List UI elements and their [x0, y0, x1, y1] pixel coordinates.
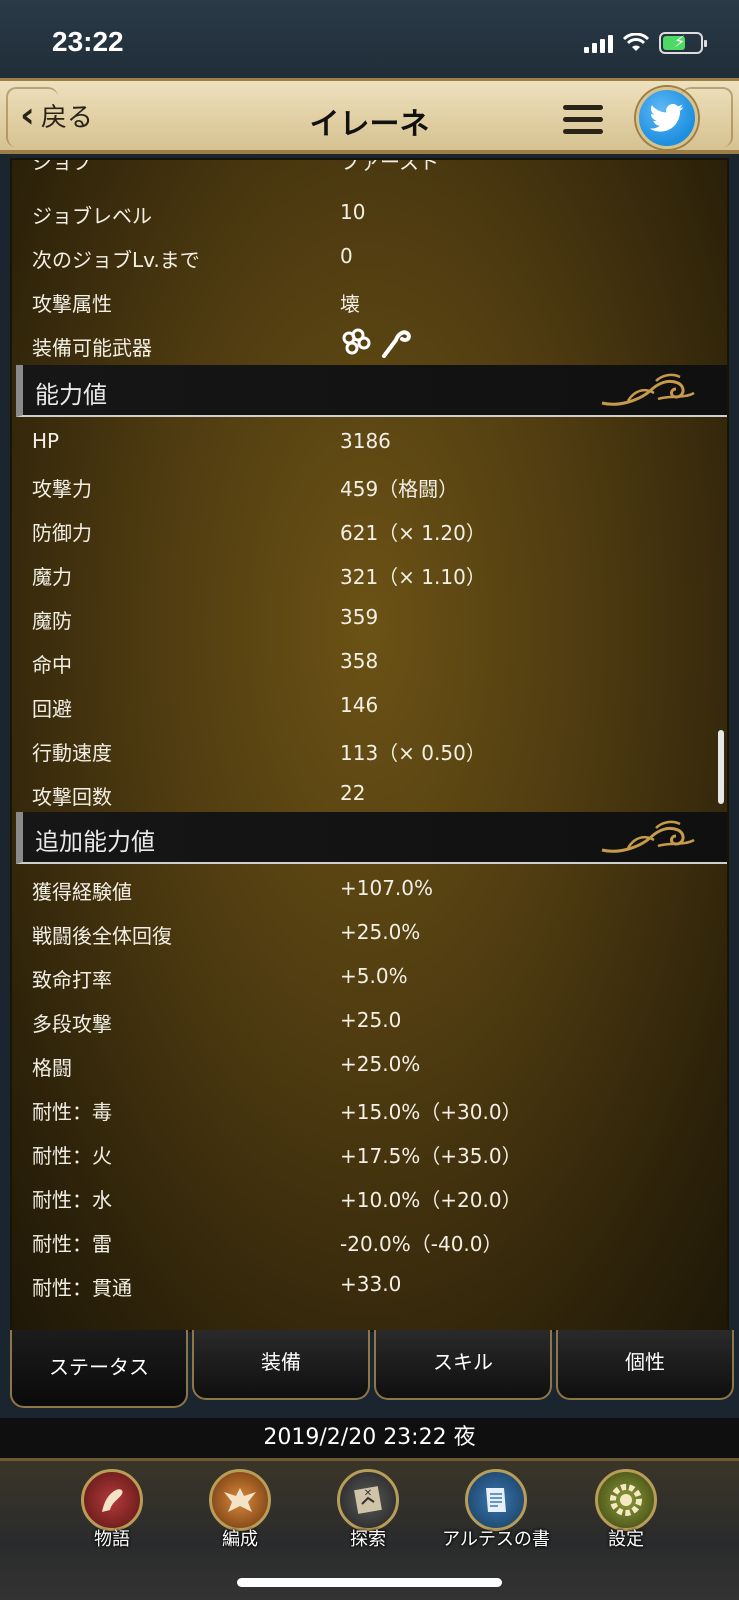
wifi-icon [623, 33, 649, 51]
nav-explore[interactable]: ✕ 探索 [308, 1469, 428, 1559]
stat-row-resist-thunder: 耐性：雷 -20.0%（-40.0） [32, 1232, 503, 1256]
ornament-icon [601, 373, 695, 406]
nav-formation[interactable]: 編成 [180, 1469, 300, 1559]
settings-icon [595, 1469, 657, 1531]
stat-row-resist-poison: 耐性：毒 +15.0%（+30.0） [32, 1100, 522, 1124]
cellular-signal-icon [584, 33, 613, 53]
stat-row-evasion: 回避 146 [32, 693, 379, 721]
stat-row-resist-pierce: 耐性：貫通 +33.0 [32, 1272, 402, 1300]
stat-row-job-level: ジョブレベル 10 [32, 200, 366, 228]
stat-row-critical-rate: 致命打率 +5.0% [32, 964, 408, 992]
tab-bar: ステータス 装備 スキル 個性 [10, 1330, 739, 1408]
date-time-bar: 2019/2/20 23:22 夜 [0, 1418, 739, 1458]
nav-story[interactable]: 物語 [52, 1469, 172, 1559]
nav-artes-book[interactable]: アルテスの書 [436, 1469, 556, 1559]
status-bar: 23:22 ⚡ [0, 0, 739, 80]
stat-row-magic: 魔力 321（× 1.10） [32, 565, 486, 589]
scrollbar[interactable] [718, 730, 724, 804]
tab-skill[interactable]: スキル [374, 1330, 552, 1400]
stat-row-attack-attribute: 攻撃属性 壊 [32, 292, 360, 316]
tab-equipment[interactable]: 装備 [192, 1330, 370, 1400]
menu-button[interactable] [563, 105, 603, 135]
section-header-ability: 能力値 [16, 365, 727, 417]
stat-row-post-battle-heal: 戦闘後全体回復 +25.0% [32, 920, 421, 948]
twitter-button[interactable] [636, 87, 698, 149]
book-icon [465, 1469, 527, 1531]
nav-settings[interactable]: 設定 [566, 1469, 686, 1559]
home-indicator[interactable] [237, 1578, 502, 1587]
story-icon [81, 1469, 143, 1531]
stat-row-hp: HP 3186 [32, 429, 391, 453]
status-time: 23:22 [52, 26, 124, 57]
stat-row-accuracy: 命中 358 [32, 649, 379, 677]
page-title: イレーネ [309, 107, 430, 142]
stat-row-weapons: 装備可能武器 [12, 322, 727, 366]
section-header-extra: 追加能力値 [16, 812, 727, 864]
stat-row-next-job-level: 次のジョブLv.まで 0 [32, 244, 353, 272]
twitter-bird-icon [650, 103, 684, 132]
stat-row-multi-hit: 多段攻撃 +25.0 [32, 1008, 402, 1036]
explore-icon: ✕ [337, 1469, 399, 1531]
stat-row-resist-water: 耐性：水 +10.0%（+20.0） [32, 1188, 522, 1212]
stat-row-attack: 攻撃力 459（格闘） [32, 477, 459, 501]
app-header: ‹ 戻る イレーネ [0, 78, 739, 154]
formation-icon [209, 1469, 271, 1531]
stat-row-attack-count: 攻撃回数 22 [32, 781, 366, 809]
svg-text:✕: ✕ [364, 1488, 372, 1499]
battery-icon: ⚡ [659, 32, 707, 54]
ornament-icon [601, 820, 695, 853]
stat-row-martial: 格闘 +25.0% [32, 1052, 421, 1080]
stat-row-exp-gain: 獲得経験値 +107.0% [32, 876, 434, 904]
stat-row-resist-fire: 耐性：火 +17.5%（+35.0） [32, 1144, 522, 1168]
stat-row-action-speed: 行動速度 113（× 0.50） [32, 741, 486, 765]
weapon-icons [340, 326, 412, 358]
tab-personality[interactable]: 個性 [556, 1330, 734, 1400]
stat-row-defense: 防御力 621（× 1.20） [32, 521, 486, 545]
knuckle-weapon-icon [342, 328, 371, 355]
status-icons: ⚡ [584, 32, 707, 54]
hamburger-icon [563, 105, 603, 110]
staff-weapon-icon [382, 330, 411, 358]
status-panel[interactable]: ジョブ ファースト ジョブレベル 10 次のジョブLv.まで 0 攻撃属性 壊 … [10, 158, 729, 1332]
tab-status[interactable]: ステータス [10, 1330, 188, 1408]
stat-row-magic-defense: 魔防 359 [32, 605, 379, 633]
stat-row-job: ジョブ ファースト [32, 158, 439, 174]
